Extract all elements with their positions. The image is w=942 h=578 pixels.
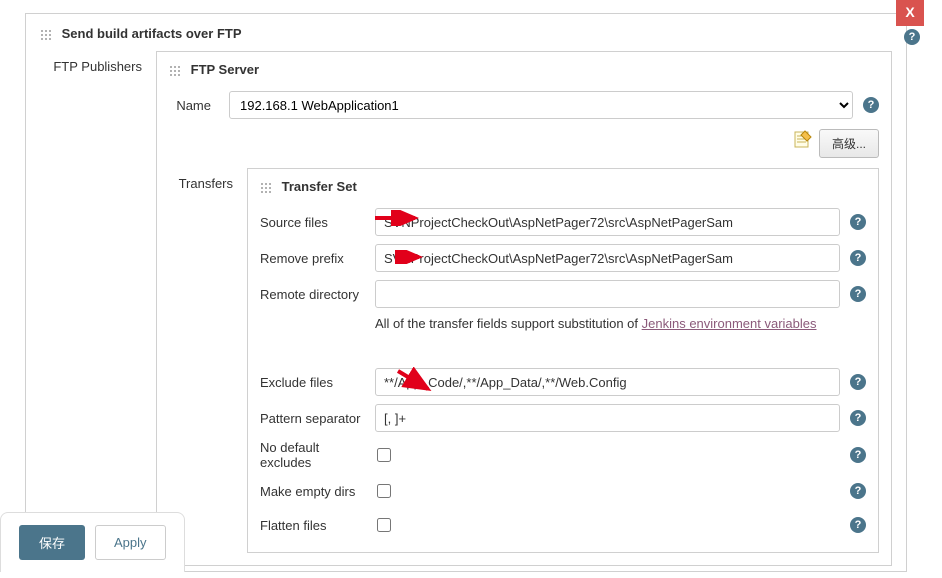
drag-handle-icon[interactable] [40,29,52,41]
help-icon[interactable]: ? [850,447,866,463]
pattern-separator-label: Pattern separator [260,411,375,426]
source-files-input[interactable] [375,208,840,236]
help-icon[interactable]: ? [850,410,866,426]
build-step-panel: Send build artifacts over FTP FTP Publis… [25,13,907,572]
make-empty-dirs-label: Make empty dirs [260,484,375,499]
exclude-files-input[interactable] [375,368,840,396]
make-empty-dirs-checkbox[interactable] [377,484,391,498]
help-icon[interactable]: ? [850,286,866,302]
ftp-server-name-select[interactable]: 192.168.1 WebApplication1 [229,91,853,119]
name-label: Name [169,98,229,113]
remote-directory-input[interactable] [375,280,840,308]
ftp-publishers-label: FTP Publishers [26,51,156,74]
help-icon[interactable]: ? [850,374,866,390]
transfer-help-text: All of the transfer fields support subst… [375,316,817,331]
save-button[interactable]: 保存 [19,525,85,560]
advanced-button[interactable]: 高级... [819,129,879,158]
remote-directory-label: Remote directory [260,287,375,302]
transfer-set-panel: Transfer Set Source files ? Remove prefi… [247,168,879,553]
flatten-files-label: Flatten files [260,518,375,533]
help-icon[interactable]: ? [850,517,866,533]
ftp-server-title: FTP Server [191,62,259,77]
close-button[interactable]: X [896,0,924,26]
pattern-separator-input[interactable] [375,404,840,432]
exclude-files-label: Exclude files [260,375,375,390]
source-files-label: Source files [260,215,375,230]
notepad-icon[interactable] [793,129,813,149]
remove-prefix-input[interactable] [375,244,840,272]
no-default-excludes-label: No default excludes [260,440,375,470]
help-icon-top[interactable]: ? [894,29,920,45]
drag-handle-icon[interactable] [169,65,181,77]
remove-prefix-label: Remove prefix [260,251,375,266]
help-icon[interactable]: ? [850,250,866,266]
ftp-server-panel: FTP Server Name 192.168.1 WebApplication… [156,51,892,566]
help-icon[interactable]: ? [850,214,866,230]
no-default-excludes-checkbox[interactable] [377,448,391,462]
transfers-label: Transfers [157,168,247,191]
section-header: Send build artifacts over FTP [26,14,906,51]
section-title: Send build artifacts over FTP [62,26,242,41]
apply-button[interactable]: Apply [95,525,166,560]
flatten-files-checkbox[interactable] [377,518,391,532]
ftp-server-header: FTP Server [157,52,891,87]
help-icon[interactable]: ? [863,97,879,113]
env-vars-link[interactable]: Jenkins environment variables [642,316,817,331]
transfer-set-title: Transfer Set [282,179,357,194]
bottom-action-bar: 保存 Apply [0,512,185,572]
drag-handle-icon[interactable] [260,182,272,194]
transfer-set-header: Transfer Set [248,169,878,204]
help-icon[interactable]: ? [850,483,866,499]
